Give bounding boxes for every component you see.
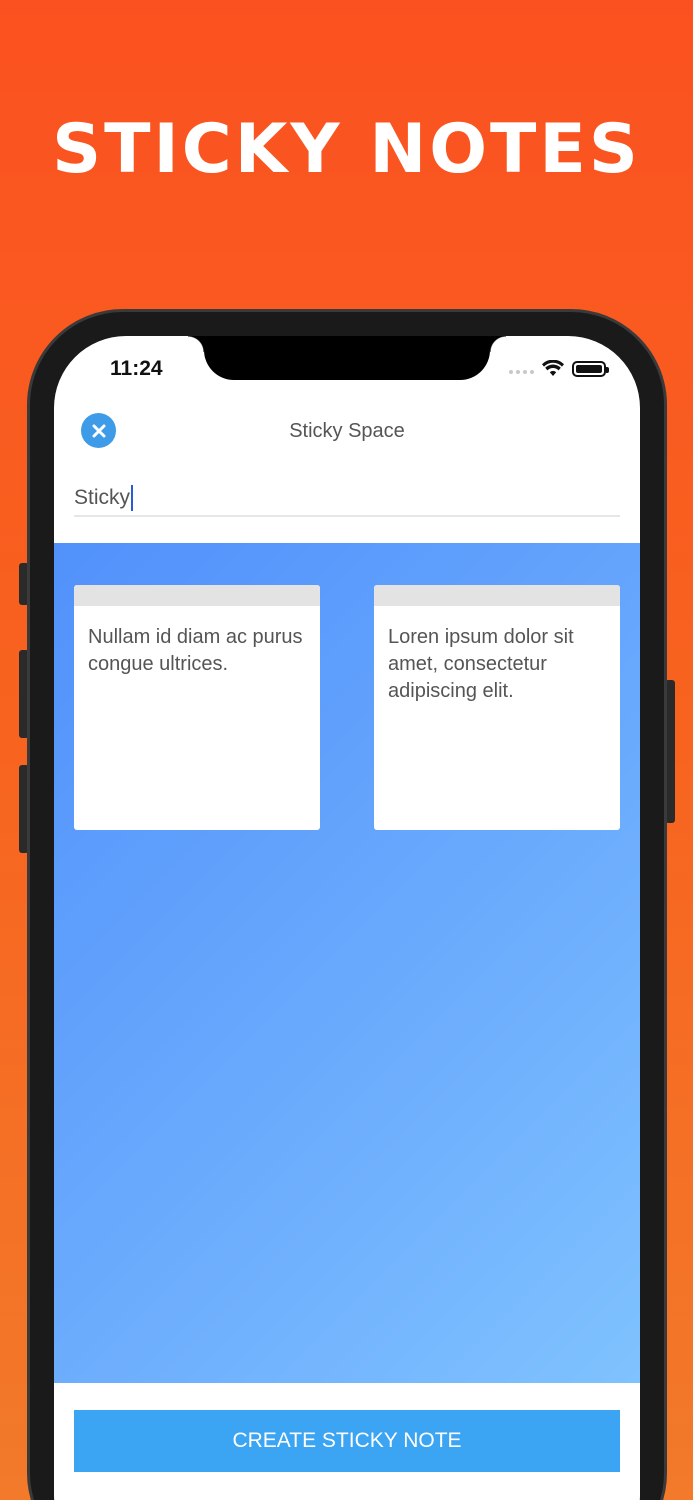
status-icons xyxy=(509,360,609,377)
sticky-note-drag-bar[interactable] xyxy=(374,585,620,606)
sticky-note[interactable]: Nullam id diam ac purus congue ultrices. xyxy=(74,585,320,830)
status-time: 11:24 xyxy=(110,357,163,380)
sticky-note-drag-bar[interactable] xyxy=(74,585,320,606)
sticky-note-text[interactable]: Loren ipsum dolor sit amet, consectetur … xyxy=(374,606,620,705)
sticky-board: Nullam id diam ac purus congue ultrices.… xyxy=(54,543,640,1383)
footer: CREATE STICKY NOTE xyxy=(54,1383,640,1500)
sticky-name-input[interactable]: Sticky xyxy=(74,481,620,517)
sticky-name-value: Sticky xyxy=(74,486,131,509)
wifi-icon xyxy=(542,360,564,376)
notch xyxy=(188,336,506,380)
battery-icon xyxy=(572,360,609,377)
phone-screen: 11:24 Sticky Space Sticky Nullam id diam… xyxy=(54,336,640,1500)
promo-title: STICKY NOTES xyxy=(52,110,641,189)
text-caret xyxy=(131,485,134,511)
sticky-note-text[interactable]: Nullam id diam ac purus congue ultrices. xyxy=(74,606,320,678)
create-sticky-note-button[interactable]: CREATE STICKY NOTE xyxy=(74,1410,620,1472)
screen-title: Sticky Space xyxy=(289,420,405,442)
sticky-note[interactable]: Loren ipsum dolor sit amet, consectetur … xyxy=(374,585,620,830)
signal-icon xyxy=(509,369,534,374)
